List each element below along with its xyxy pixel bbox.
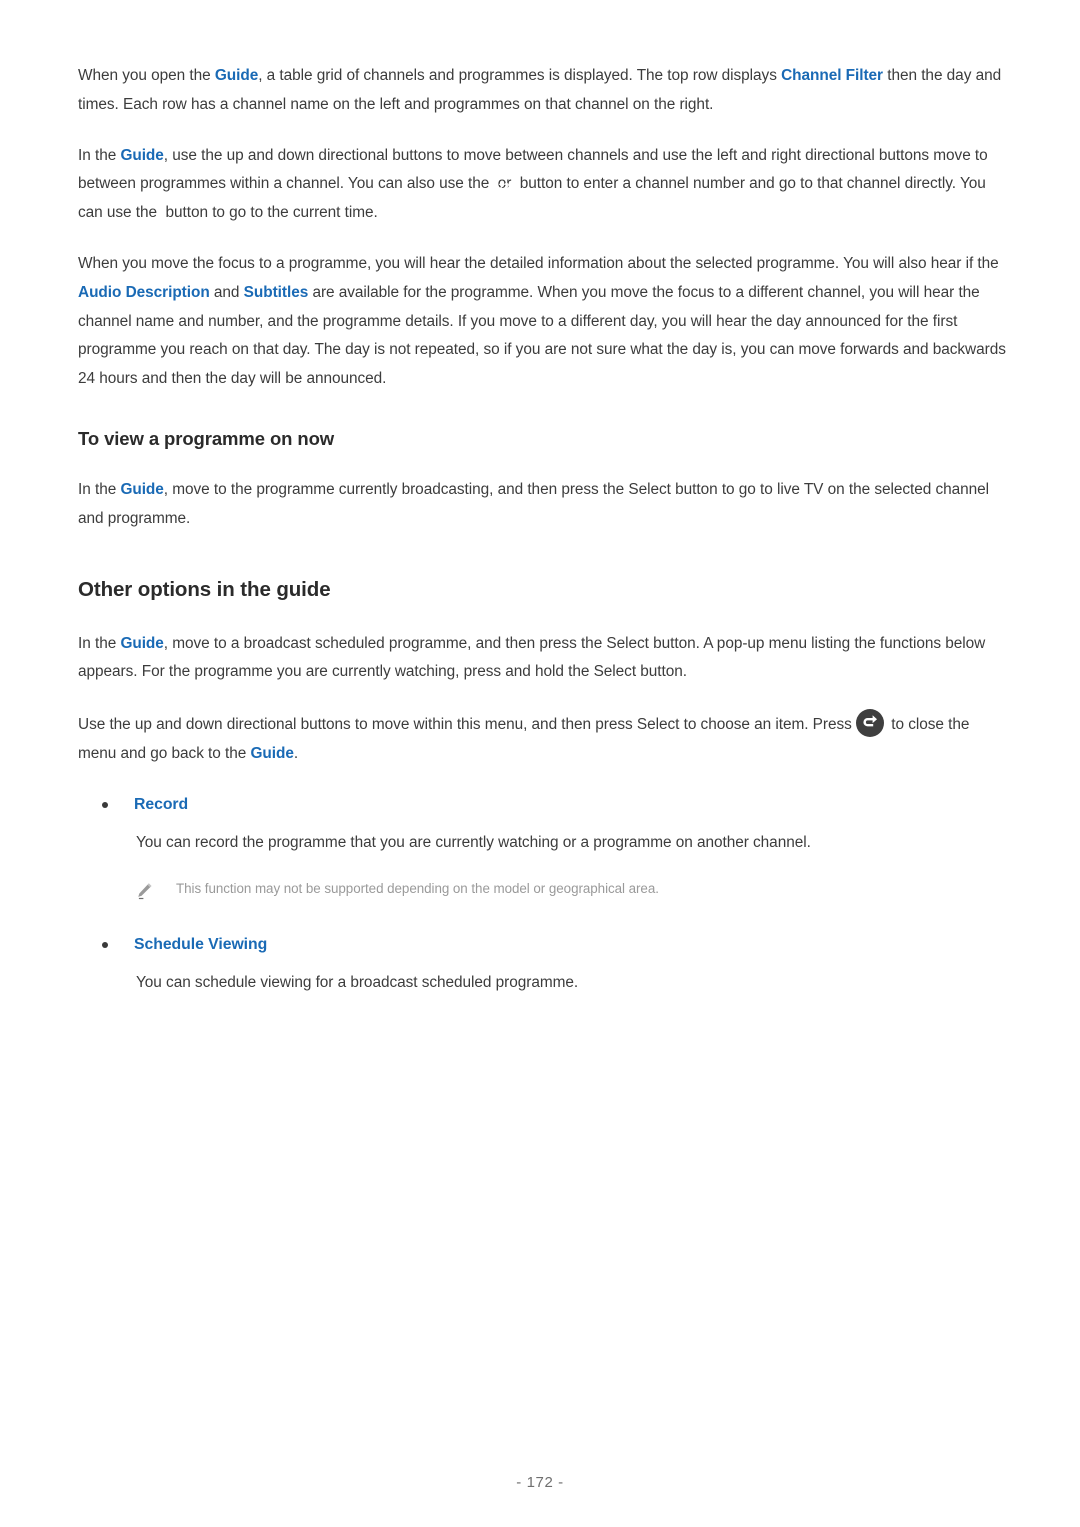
section-heading-view-programme: To view a programme on now — [78, 427, 335, 449]
pencil-icon — [134, 881, 154, 901]
paragraph-guide-navigation: In the Guide, use the up and down direct… — [78, 142, 1008, 246]
list-item: Schedule Viewing You can schedule viewin… — [78, 931, 1008, 997]
link-guide[interactable]: Guide — [120, 481, 163, 498]
note-text: This function may not be supported depen… — [176, 880, 659, 896]
page-number: - 172 - — [516, 1474, 564, 1491]
paragraph-guide-layout: When you open the Guide, a table grid of… — [78, 62, 1008, 120]
options-list: Record You can record the programme that… — [78, 791, 1008, 997]
link-guide[interactable]: Guide — [215, 67, 258, 84]
paragraph-focus-announcements: When you move the focus to a programme, … — [78, 250, 1008, 394]
option-label-record[interactable]: Record — [134, 791, 1008, 819]
text-segment: In the — [78, 480, 121, 498]
section-heading-other-options: Other options in the guide — [78, 577, 331, 601]
text-segment: , a table grid of channels and programme… — [258, 67, 782, 84]
text-segment: , move to a broadcast scheduled programm… — [78, 634, 986, 681]
text-segment: In the — [78, 146, 121, 164]
bullet-dot-icon — [102, 941, 108, 948]
text-segment: In the — [78, 634, 121, 652]
option-label-schedule-viewing[interactable]: Schedule Viewing — [134, 931, 1008, 959]
text-segment: . — [293, 744, 299, 762]
bullet-dot-icon — [102, 801, 108, 808]
option-description: You can schedule viewing for a broadcast… — [136, 973, 579, 991]
option-description: You can record the programme that you ar… — [136, 833, 811, 851]
link-guide[interactable]: Guide — [120, 635, 163, 652]
link-channel-filter[interactable]: Channel Filter — [781, 67, 883, 84]
paragraph-menu-navigation: Use the up and down directional buttons … — [78, 709, 1008, 769]
text-segment: When you move the focus to a programme, … — [78, 254, 999, 272]
link-guide[interactable]: Guide — [120, 147, 163, 164]
text-segment: Use the up and down directional buttons … — [78, 716, 857, 734]
text-segment: and — [209, 283, 244, 301]
list-item: Record You can record the programme that… — [78, 791, 1008, 905]
paragraph-view-programme: In the Guide, move to the programme curr… — [78, 476, 1008, 534]
paragraph-popup-menu: In the Guide, move to a broadcast schedu… — [78, 630, 1008, 688]
link-audio-description[interactable]: Audio Description — [78, 284, 210, 301]
document-page: When you open the Guide, a table grid of… — [0, 0, 1080, 1527]
link-guide[interactable]: Guide — [251, 745, 294, 762]
text-segment: When you open the — [78, 67, 215, 84]
text-segment: button to go to the current time. — [161, 204, 378, 222]
return-button-icon — [856, 709, 885, 738]
note-record: This function may not be supported depen… — [134, 879, 1008, 905]
link-subtitles[interactable]: Subtitles — [244, 284, 309, 301]
text-segment: , move to the programme currently broadc… — [78, 480, 990, 527]
